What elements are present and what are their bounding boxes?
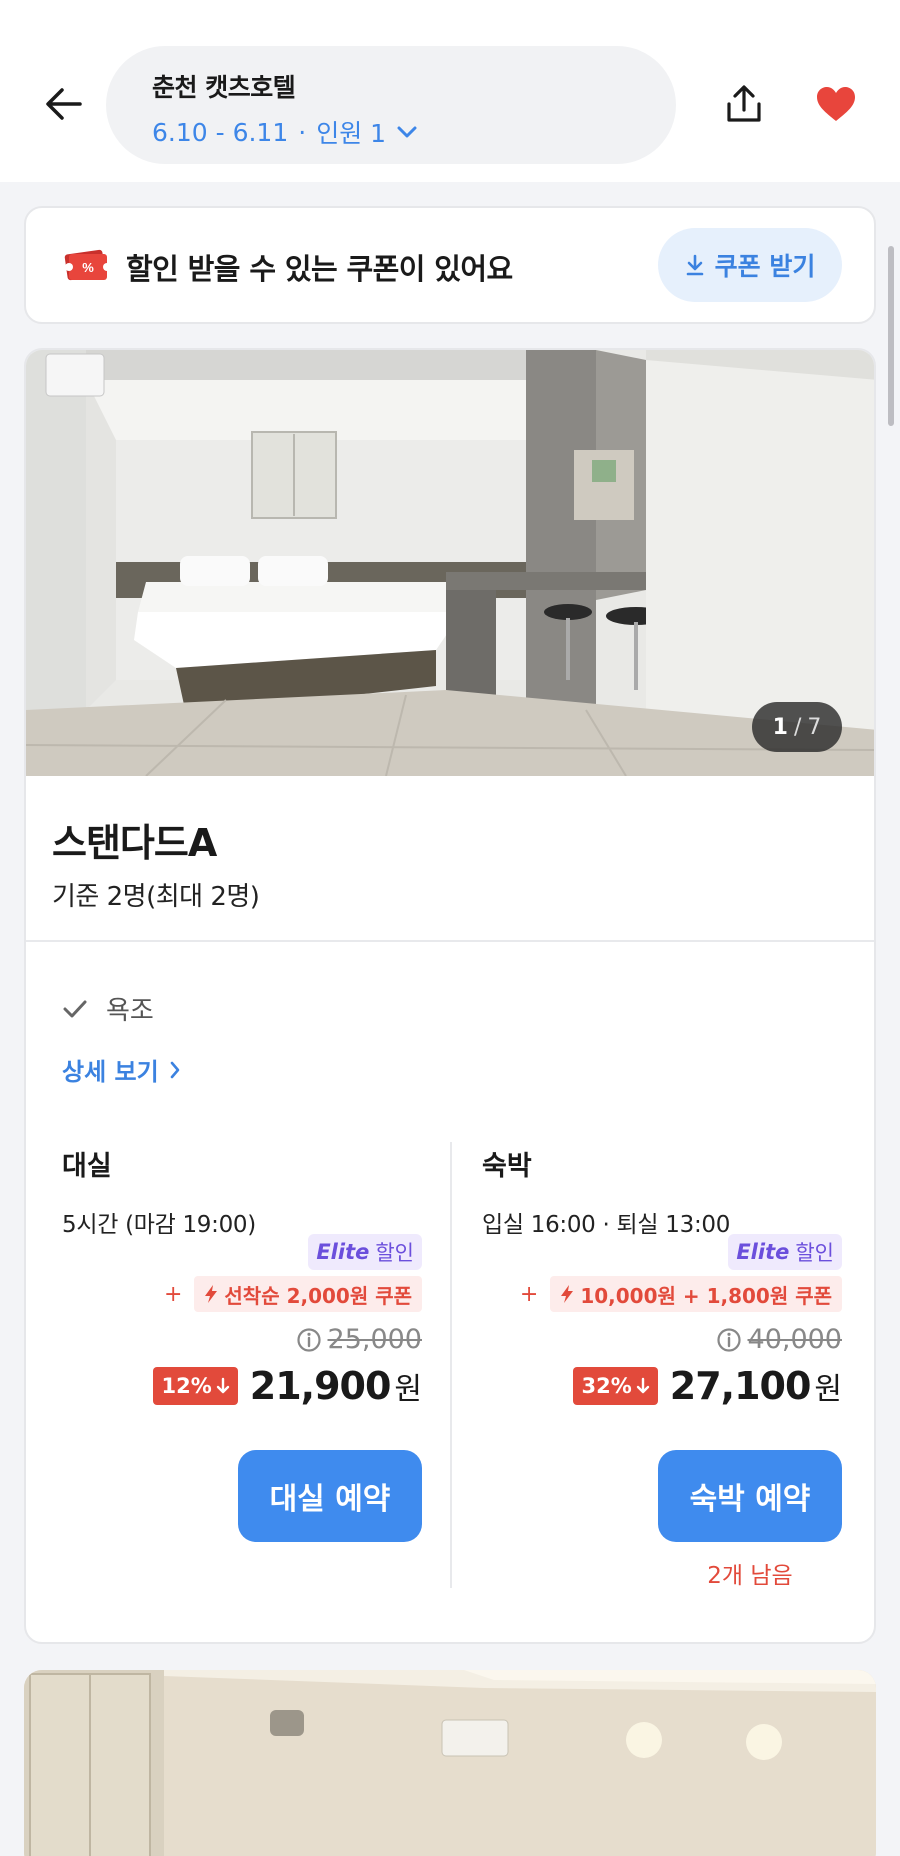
plus-sign: + [163,1281,183,1307]
book-overnight-button[interactable]: 숙박 예약 [658,1450,842,1542]
separator: · [298,117,307,147]
coupon-chip: 10,000원 + 1,800원 쿠폰 [550,1276,842,1312]
discount-percent: 32% [581,1374,632,1398]
final-price-row: 12% 21,900 원 [153,1364,422,1408]
coupon-banner: % 할인 받을 수 있는 쿠폰이 있어요 쿠폰 받기 [24,206,876,324]
arrow-down-icon [216,1377,229,1394]
book-dayuse-button[interactable]: 대실 예약 [238,1450,422,1542]
view-details-link[interactable]: 상세 보기 [62,1052,181,1087]
elite-discount-badge: Elite 할인 [308,1234,422,1270]
amenity-item: 욕조 [62,990,154,1027]
discount-percent: 12% [161,1374,212,1398]
arrow-down-icon [636,1377,649,1394]
final-price: 27,100 [669,1364,812,1408]
info-icon [716,1327,741,1352]
elite-discount-badge: Elite 할인 [728,1234,842,1270]
room-photo[interactable]: 1 / 7 [26,350,874,776]
hotel-name: 춘천 캣츠호텔 [152,73,296,102]
chevron-down-icon [397,126,417,138]
share-icon [727,85,761,122]
stay-dates: 6.10 - 6.11 [152,117,289,147]
next-room-photo-image [24,1670,876,1856]
view-details-label: 상세 보기 [62,1058,159,1086]
rate-title: 대실 [62,1151,112,1182]
get-coupon-label: 쿠폰 받기 [714,252,816,281]
room-capacity: 기준 2명(최대 2명) [52,882,260,912]
coupon-line: + 10,000원 + 1,800원 쿠폰 [520,1276,842,1312]
photo-counter: 1 / 7 [752,702,842,752]
arrow-left-icon [46,88,82,120]
elite-brand: Elite [736,1240,790,1264]
final-price: 21,900 [249,1364,392,1408]
photo-index: 1 [772,714,788,740]
rate-option-dayuse: 대실 5시간 (마감 19:00) Elite 할인 + 선착순 2,000원 … [62,1144,422,1594]
guest-count: 인원 1 [316,119,387,148]
svg-text:%: % [82,260,94,275]
coupon-text: 선착순 2,000원 쿠폰 [224,1283,412,1308]
original-price-value: 25,000 [327,1324,422,1355]
chevron-right-icon [170,1061,179,1078]
coupon-line: + 선착순 2,000원 쿠폰 [164,1276,422,1312]
currency-label: 원 [394,1372,422,1407]
photo-total: 7 [807,714,822,740]
rooms-remaining: 2개 남음 [707,1563,793,1589]
coupon-banner-text: 할인 받을 수 있는 쿠폰이 있어요 [126,252,513,286]
heart-icon [817,87,855,121]
rate-option-overnight: 숙박 입실 16:00 · 퇴실 13:00 Elite 할인 + 10,000… [482,1144,842,1594]
back-button[interactable] [38,78,90,130]
photo-counter-slash: / [793,714,802,740]
room-photo-image [26,350,874,776]
date-guest-row: 6.10 - 6.11 · 인원 1 [152,114,676,150]
coupon-ticket-icon: % [64,249,108,281]
final-price-row: 32% 27,100 원 [573,1364,842,1408]
room-detail-page: 춘천 캣츠호텔 6.10 - 6.11 · 인원 1 % 할인 받을 수 있는 … [0,0,900,1856]
share-button[interactable] [718,76,770,132]
discount-badge: 32% [573,1367,658,1405]
top-header: 춘천 캣츠호텔 6.10 - 6.11 · 인원 1 [0,0,900,182]
scrollbar-thumb[interactable] [888,246,894,426]
coupon-text: 10,000원 + 1,800원 쿠폰 [580,1283,832,1308]
original-price-value: 40,000 [747,1324,842,1355]
next-room-photo[interactable] [24,1670,876,1856]
search-summary-pill[interactable]: 춘천 캣츠호텔 6.10 - 6.11 · 인원 1 [106,46,676,164]
info-icon [296,1327,321,1352]
room-card: 1 / 7 스탠다드A 기준 2명(최대 2명) 욕조 상세 보기 대실 5시간… [24,348,876,1644]
bolt-icon [205,1285,218,1303]
elite-label: 할인 [375,1241,414,1265]
favorite-button[interactable] [808,78,864,130]
coupon-chip: 선착순 2,000원 쿠폰 [194,1276,422,1312]
check-icon [63,1000,87,1017]
get-coupon-button[interactable]: 쿠폰 받기 [658,228,842,302]
original-price: 25,000 [296,1324,422,1355]
discount-badge: 12% [153,1367,238,1405]
original-price: 40,000 [716,1324,842,1355]
rate-title: 숙박 [482,1151,532,1182]
elite-brand: Elite [316,1240,370,1264]
section-divider [26,940,874,942]
download-icon [686,254,703,276]
plus-sign: + [519,1281,539,1307]
amenity-label: 욕조 [106,996,154,1026]
room-name: 스탠다드A [52,821,217,865]
rate-column-divider [450,1142,452,1588]
elite-label: 할인 [795,1241,834,1265]
bolt-icon [561,1285,574,1303]
currency-label: 원 [814,1372,842,1407]
